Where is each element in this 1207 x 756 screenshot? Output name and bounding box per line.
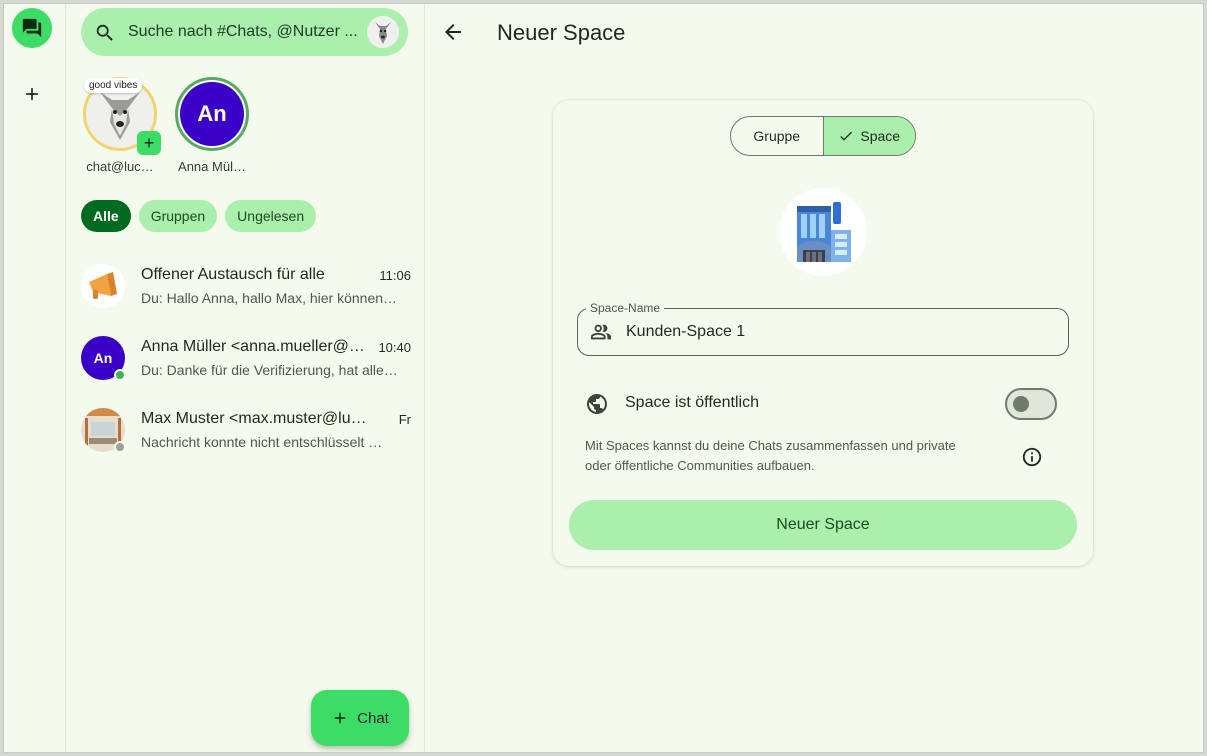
- chat-list-item[interactable]: Offener Austausch für alle 11:06 Du: Hal…: [81, 262, 411, 322]
- plus-icon: [26, 88, 38, 100]
- add-space-button[interactable]: [18, 80, 46, 108]
- segment-gruppe[interactable]: Gruppe: [731, 117, 823, 155]
- back-button[interactable]: [441, 20, 465, 44]
- public-toggle-row[interactable]: Space ist öffentlich: [577, 384, 1069, 424]
- search-input[interactable]: Suche nach #Chats, @Nutzer ...: [128, 23, 366, 41]
- chat-preview: Du: Danke für die Verifizierung, hat all…: [141, 362, 398, 378]
- chat-time: Fr: [398, 412, 411, 427]
- check-icon: [840, 131, 853, 141]
- search-icon: [96, 24, 113, 41]
- chat-avatar: [81, 264, 125, 308]
- filter-chip-gruppen[interactable]: Gruppen: [138, 200, 218, 232]
- public-switch[interactable]: [1005, 388, 1057, 420]
- main-panel: Neuer Space Gruppe Space Space-Name Kund…: [425, 4, 1203, 752]
- globe-icon: [587, 394, 607, 414]
- dog-avatar-icon: [367, 16, 399, 48]
- info-icon[interactable]: [1021, 446, 1043, 468]
- chat-preview: Nachricht konnte nicht entschlüsselt …: [141, 434, 383, 450]
- story-own[interactable]: good vibes + chat@luc…: [81, 77, 161, 174]
- office-building-icon: [797, 202, 851, 262]
- create-space-button[interactable]: Neuer Space: [569, 500, 1077, 550]
- chat-bubbles-icon: [22, 18, 42, 38]
- chat-avatar: [81, 408, 126, 453]
- space-name-input[interactable]: Kunden-Space 1: [626, 323, 745, 341]
- filter-chip-alle[interactable]: Alle: [81, 200, 131, 232]
- chat-list-panel: Suche nach #Chats, @Nutzer ... good vibe…: [66, 4, 425, 752]
- space-name-label: Space-Name: [586, 301, 665, 315]
- chat-list-item[interactable]: An Anna Müller <anna.mueller@… 10:40 Du:…: [81, 334, 411, 394]
- story-label: chat@luc…: [86, 159, 154, 174]
- chat-preview: Du: Hallo Anna, hallo Max, hier können…: [141, 290, 398, 306]
- segment-label: Space: [860, 128, 901, 144]
- story-avatar: An: [175, 77, 249, 151]
- offline-status-dot: [114, 441, 126, 453]
- megaphone-icon: [81, 264, 125, 308]
- type-segmented-button: Gruppe Space: [730, 116, 916, 156]
- new-chat-label: Chat: [357, 709, 389, 727]
- online-status-dot: [114, 369, 126, 381]
- chat-title: Offener Austausch für alle: [141, 266, 325, 283]
- new-chat-button[interactable]: Chat: [311, 690, 409, 746]
- avatar-initials: An: [180, 82, 244, 146]
- space-name-field[interactable]: Space-Name Kunden-Space 1: [577, 301, 1069, 356]
- filter-chips: Alle Gruppen Ungelesen: [81, 200, 317, 232]
- chat-time: 11:06: [379, 268, 411, 283]
- chat-avatar: An: [81, 336, 126, 381]
- chats-nav-button[interactable]: [12, 8, 52, 48]
- spaces-info-text: Mit Spaces kannst du deine Chats zusamme…: [585, 438, 956, 473]
- segment-space[interactable]: Space: [822, 117, 915, 155]
- story-avatar: good vibes +: [83, 77, 161, 155]
- public-label: Space ist öffentlich: [625, 394, 760, 411]
- new-space-card: Gruppe Space Space-Name Kunden-Space 1 S…: [553, 100, 1093, 566]
- arrow-back-icon: [445, 24, 461, 40]
- status-message-badge: good vibes: [84, 78, 143, 93]
- segment-label: Gruppe: [753, 128, 801, 144]
- plus-icon: [334, 712, 346, 724]
- chat-title: Max Muster <max.muster@luck…: [141, 410, 371, 427]
- chat-title: Anna Müller <anna.mueller@…: [141, 338, 365, 355]
- story-label: Anna Mül…: [178, 159, 246, 174]
- chat-list-item[interactable]: Max Muster <max.muster@luck… Fr Nachrich…: [81, 406, 411, 466]
- chat-time: 10:40: [378, 340, 411, 355]
- navigation-rail: [4, 4, 66, 752]
- space-avatar[interactable]: [779, 188, 867, 276]
- app-window: Suche nach #Chats, @Nutzer ... good vibe…: [3, 3, 1204, 753]
- page-title: Neuer Space: [497, 20, 626, 45]
- add-status-icon[interactable]: +: [137, 131, 161, 155]
- story-anna[interactable]: An Anna Mül…: [173, 77, 251, 174]
- switch-knob: [1013, 396, 1029, 412]
- filter-chip-ungelesen[interactable]: Ungelesen: [225, 200, 317, 232]
- people-icon: [590, 324, 612, 340]
- own-avatar[interactable]: [367, 16, 399, 48]
- search-bar[interactable]: Suche nach #Chats, @Nutzer ...: [81, 8, 408, 56]
